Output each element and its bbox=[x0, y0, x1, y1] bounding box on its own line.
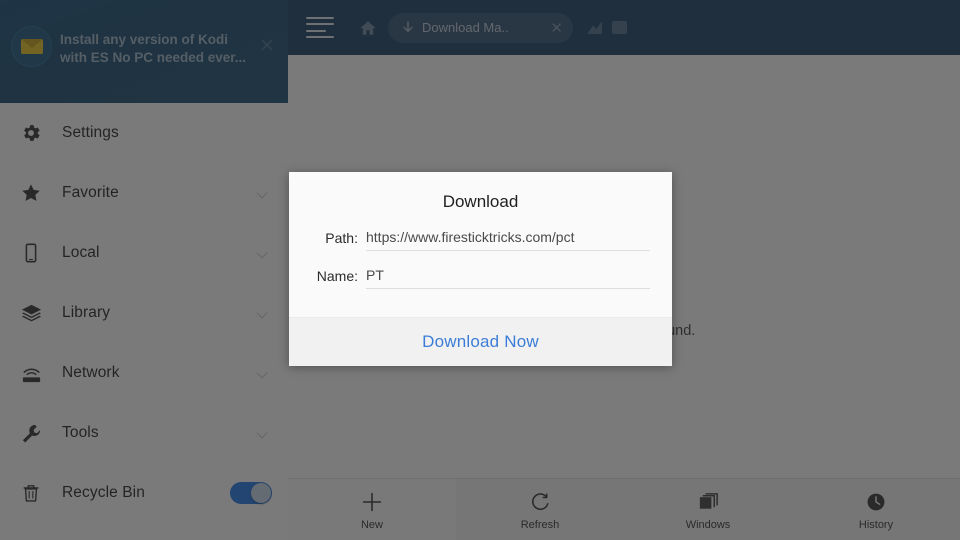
name-input[interactable]: PT bbox=[366, 267, 650, 289]
download-now-button[interactable]: Download Now bbox=[422, 332, 539, 352]
download-dialog-title: Download bbox=[442, 192, 519, 211]
name-label: Name: bbox=[316, 268, 358, 284]
name-row: Name: PT bbox=[311, 267, 650, 289]
download-dialog-body: Download Path: https://www.firesticktric… bbox=[289, 172, 672, 317]
path-label: Path: bbox=[325, 230, 358, 246]
app-screen: Install any version of Kodi with ES No P… bbox=[0, 0, 960, 540]
path-input[interactable]: https://www.firesticktricks.com/pct bbox=[366, 229, 650, 251]
download-dialog: Download Path: https://www.firesticktric… bbox=[289, 172, 672, 366]
path-row: Path: https://www.firesticktricks.com/pc… bbox=[311, 229, 650, 251]
download-dialog-footer: Download Now bbox=[289, 317, 672, 366]
